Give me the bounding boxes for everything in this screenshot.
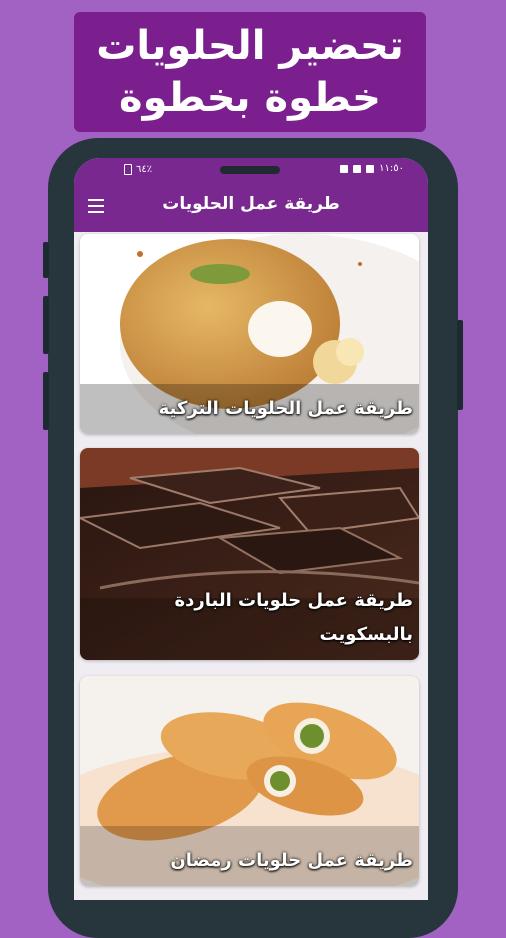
status-left: ٦٤٪ [124,164,152,175]
power-button [43,372,49,430]
app-title: طريقة عمل الحلويات [162,194,340,214]
card-title-turkish: طريقة عمل الحلويات التركية [158,398,413,419]
image-icon [353,164,362,173]
battery-level: ٦٤٪ [136,164,153,175]
phone-speaker [220,166,280,174]
check-icon [340,164,349,173]
volume-down-button [43,296,49,354]
status-right: ١١:٥٠ [340,163,404,174]
banner-line-2: خطوة بخطوة [119,75,381,121]
battery-icon [124,164,132,175]
phone-screen: ٦٤٪ ١١:٥٠ طريقة عمل الحلويات طريقة عمل ا… [74,158,428,900]
menu-icon[interactable] [88,199,104,213]
status-bar: ٦٤٪ ١١:٥٠ [74,158,428,182]
notification-icon [366,164,375,173]
recipe-card-biscuit[interactable]: طريقة عمل حلويات الباردة بالبسكويت [80,448,419,660]
card-title-ramadan: طريقة عمل حلويات رمضان [170,850,413,871]
side-button-right [457,320,463,410]
status-time: ١١:٥٠ [379,163,404,174]
app-bar: طريقة عمل الحلويات [74,182,428,232]
promo-banner: تحضير الحلويات خطوة بخطوة [74,12,426,132]
banner-line-1: تحضير الحلويات [96,23,404,69]
volume-up-button [43,242,49,278]
card-title-biscuit: طريقة عمل حلويات الباردة بالبسكويت [174,590,413,645]
recipe-card-ramadan[interactable]: طريقة عمل حلويات رمضان [80,676,419,886]
recipe-card-turkish[interactable]: طريقة عمل الحلويات التركية [80,234,419,434]
